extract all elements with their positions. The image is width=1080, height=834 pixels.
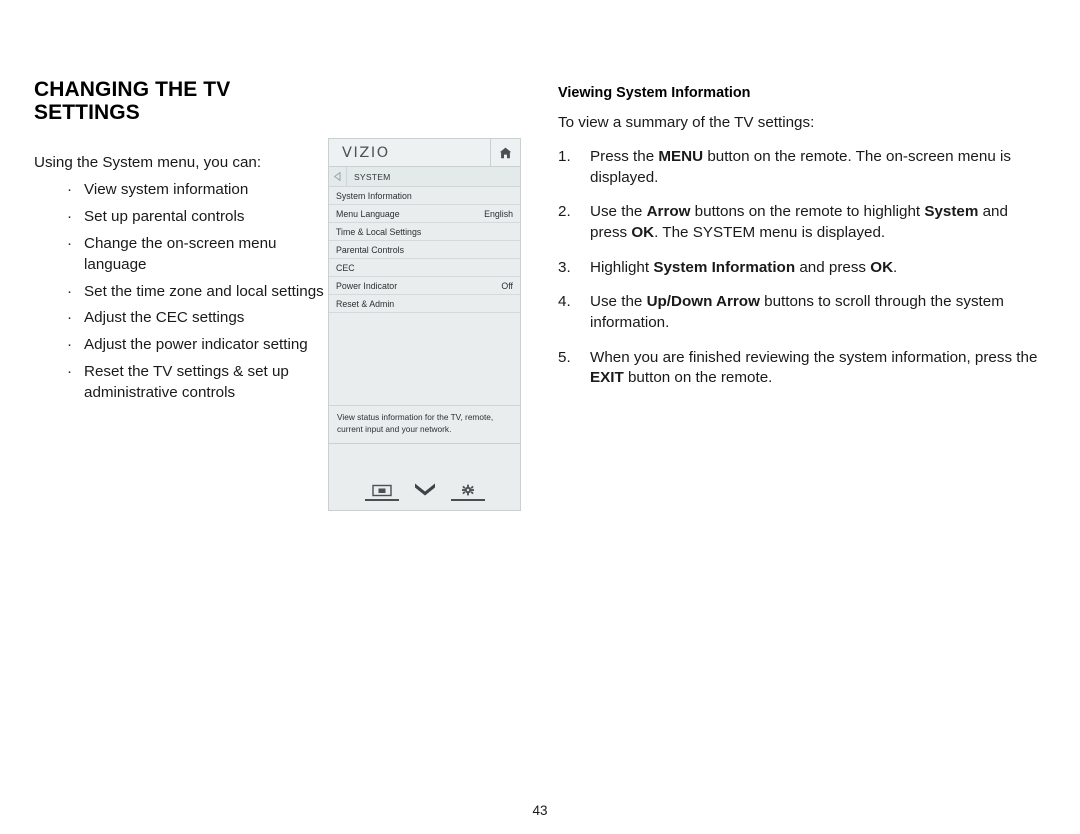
step-emphasis: MENU xyxy=(658,148,704,165)
tv-menu-row-label: Menu Language xyxy=(336,208,400,219)
list-item-label: View system information xyxy=(84,181,249,199)
list-item: · Adjust the power indicator setting xyxy=(34,335,324,356)
tv-menu-row[interactable]: Reset & Admin xyxy=(329,295,520,313)
instruction-steps: 1. Press the MENU button on the remote. T… xyxy=(558,147,1048,389)
tv-menu-row[interactable]: Time & Local Settings xyxy=(329,223,520,241)
step-emphasis: System Information xyxy=(653,258,796,276)
step-fragment: Press the xyxy=(590,148,659,165)
tv-menu-row-value: Off xyxy=(501,280,513,291)
step-number: 4. xyxy=(558,293,571,311)
list-item-label: Set the time zone and local settings xyxy=(84,282,324,300)
instruction-step: 5. When you are finished reviewing the sy… xyxy=(558,348,1048,389)
bullet-glyph: · xyxy=(67,336,73,354)
step-fragment: . The SYSTEM menu is displayed. xyxy=(654,224,886,242)
home-icon[interactable] xyxy=(490,139,520,166)
instruction-step: 2. Use the Arrow buttons on the remote to… xyxy=(558,202,1048,243)
list-item-label: Adjust the CEC settings xyxy=(84,309,245,327)
list-item: · View system information xyxy=(34,180,324,201)
step-fragment: buttons on the remote to highlight xyxy=(690,203,925,221)
step-number: 1. xyxy=(558,148,571,165)
list-item-label: Reset the TV settings & set up administr… xyxy=(84,363,289,401)
list-item-label: Adjust the power indicator setting xyxy=(84,336,308,354)
tv-menu-row-label: System Information xyxy=(336,190,412,201)
step-number: 3. xyxy=(558,258,571,276)
step-text: Use the Arrow buttons on the remote to h… xyxy=(590,203,1008,241)
step-text: When you are finished reviewing the syst… xyxy=(590,349,1037,387)
bullet-glyph: · xyxy=(67,208,73,226)
step-emphasis: OK xyxy=(870,258,894,276)
list-item: · Set up parental controls xyxy=(34,207,324,228)
section-lead: To view a summary of the TV settings: xyxy=(558,113,815,131)
tv-menu-header: VIZIO xyxy=(329,139,520,167)
tv-menu-row-label: CEC xyxy=(336,262,355,273)
list-item: · Adjust the CEC settings xyxy=(34,308,324,329)
step-text: Highlight System Information and press O… xyxy=(590,259,897,276)
bullet-glyph: · xyxy=(67,181,73,199)
instruction-step: 3. Highlight System Information and press… xyxy=(558,258,1048,279)
list-item: · Change the on-screen menu language xyxy=(34,234,324,276)
step-fragment: When you are finished reviewing the syst… xyxy=(590,348,1038,366)
tv-menu-row-value: English xyxy=(484,208,513,219)
left-column: CHANGING THE TV SETTINGS Using the Syste… xyxy=(34,78,324,410)
bullet-glyph: · xyxy=(67,363,73,381)
tv-menu-list: System Information Menu Language English Ti… xyxy=(329,187,520,313)
step-emphasis: OK xyxy=(631,224,655,242)
step-number: 2. xyxy=(558,203,571,221)
tv-menu-row[interactable]: Menu Language English xyxy=(329,205,520,223)
step-fragment: . xyxy=(893,258,898,276)
bullet-glyph: · xyxy=(67,234,73,252)
list-item-label: Change the on-screen menu language xyxy=(84,234,277,273)
list-item: · Set the time zone and local settings xyxy=(34,282,324,303)
intro-paragraph: Using the System menu, you can: xyxy=(34,154,262,172)
section-subtitle: Viewing System Information xyxy=(558,85,751,101)
step-emphasis: Arrow xyxy=(646,203,691,221)
step-fragment: Use the xyxy=(590,293,647,311)
tv-menu-empty-space xyxy=(329,313,520,406)
step-fragment: Use the xyxy=(590,203,647,221)
bullet-glyph: · xyxy=(67,309,73,327)
breadcrumb-label: SYSTEM xyxy=(354,171,391,182)
tv-menu-footer-icons xyxy=(329,482,520,501)
step-fragment: button on the remote. xyxy=(623,369,773,387)
capability-list: · View system information · Set up parental… xyxy=(34,180,324,403)
step-text: Use the Up/Down Arrow buttons to scroll … xyxy=(590,293,1004,331)
tv-menu-row-label: Parental Controls xyxy=(336,244,404,255)
vizio-logo: VIZIO xyxy=(342,144,390,161)
back-arrow-icon[interactable] xyxy=(329,167,347,186)
tv-menu-row[interactable]: Power Indicator Off xyxy=(329,277,520,295)
list-item-label: Set up parental controls xyxy=(84,208,245,226)
gear-icon[interactable] xyxy=(450,484,485,501)
bullet-glyph: · xyxy=(67,282,73,300)
page-title: CHANGING THE TV SETTINGS xyxy=(34,78,231,125)
tv-menu-description: View status information for the TV, remo… xyxy=(329,406,520,444)
tv-menu-mockup: VIZIO SYSTEM System Information Menu Lang… xyxy=(328,138,521,511)
tv-menu-row-label: Time & Local Settings xyxy=(336,226,422,237)
instruction-step: 1. Press the MENU button on the remote. T… xyxy=(558,147,1048,188)
step-emphasis: Up/Down Arrow xyxy=(646,293,760,311)
step-emphasis: EXIT xyxy=(590,369,624,387)
right-column: Viewing System Information To view a sum… xyxy=(558,84,1048,403)
list-item: · Reset the TV settings & set up administ… xyxy=(34,362,324,404)
step-emphasis: System xyxy=(924,203,979,221)
chevron-down-icon[interactable] xyxy=(408,482,442,501)
page-number: 43 xyxy=(532,803,548,818)
step-fragment: and press xyxy=(795,258,871,276)
instruction-step: 4. Use the Up/Down Arrow buttons to scrol… xyxy=(558,292,1048,333)
tv-menu-row[interactable]: System Information xyxy=(329,187,520,205)
tv-menu-row-label: Power Indicator xyxy=(336,280,398,291)
tv-menu-row-label: Reset & Admin xyxy=(336,298,395,309)
tv-menu-footer xyxy=(329,443,520,510)
manual-page: CHANGING THE TV SETTINGS Using the Syste… xyxy=(0,0,1080,834)
step-number: 5. xyxy=(558,348,571,366)
tv-menu-row[interactable]: Parental Controls xyxy=(329,241,520,259)
tv-menu-breadcrumb: SYSTEM xyxy=(329,167,520,187)
tv-menu-row[interactable]: CEC xyxy=(329,259,520,277)
step-fragment: Highlight xyxy=(590,258,654,276)
step-text: Press the MENU button on the remote. The… xyxy=(590,148,1011,186)
picture-icon[interactable] xyxy=(364,484,399,501)
